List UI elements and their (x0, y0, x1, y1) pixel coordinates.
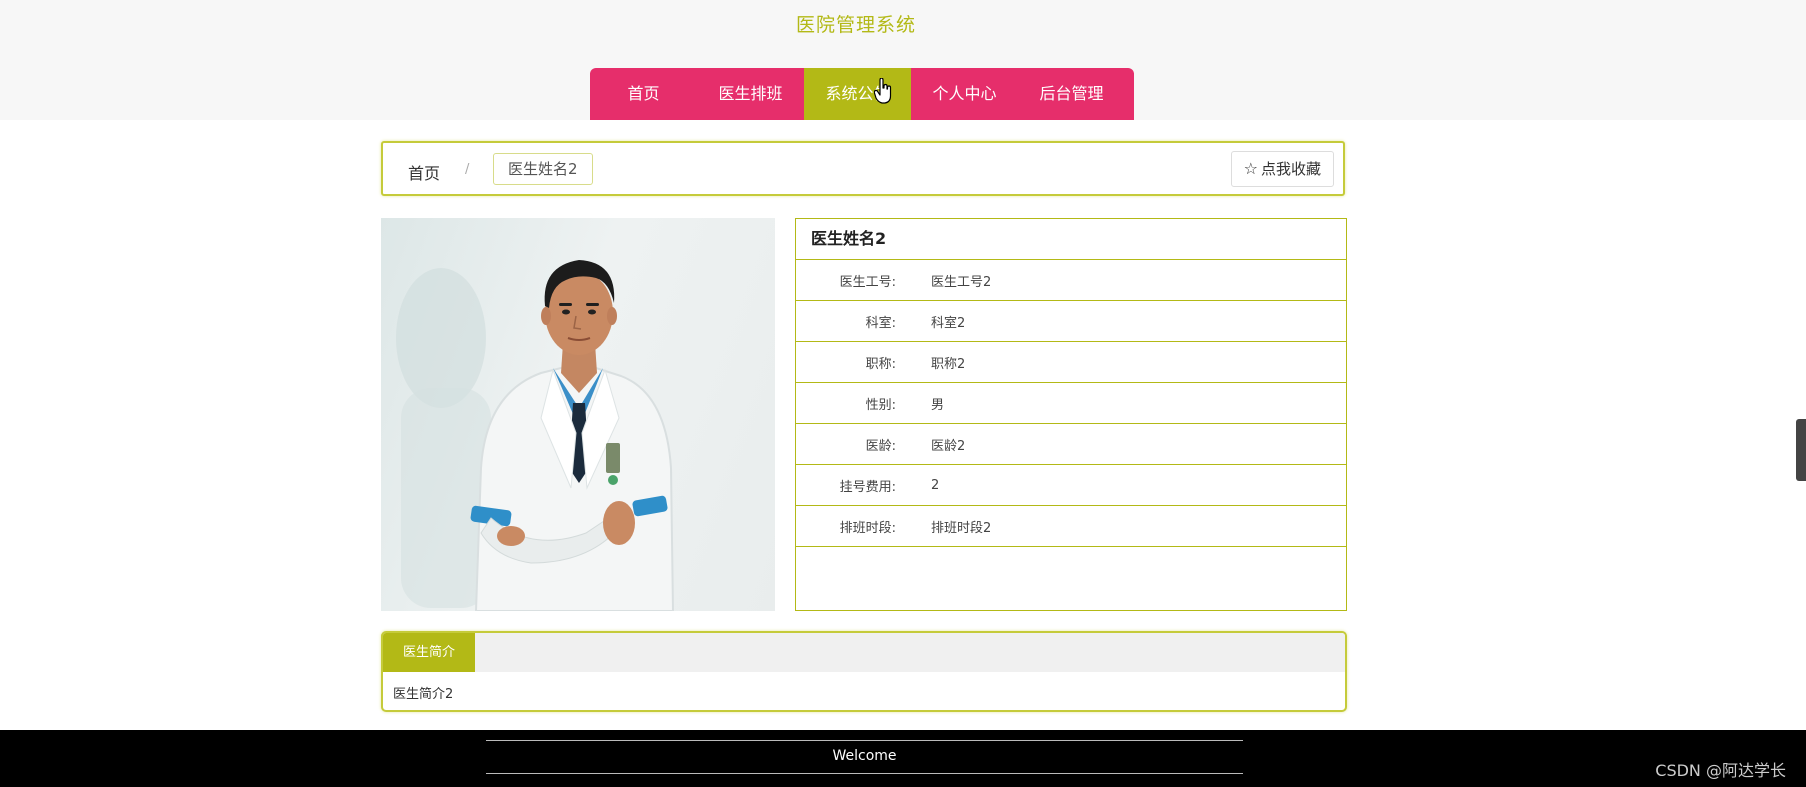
breadcrumb-separator: / (465, 162, 470, 177)
detail-label: 医生工号: (839, 274, 896, 290)
breadcrumb-current: 医生姓名2 (493, 153, 593, 185)
doctor-photo (381, 218, 775, 611)
intro-tab-bar: 医生简介 (383, 633, 1345, 672)
detail-label: 职称: (865, 356, 896, 372)
doctor-intro-text: 医生简介2 (393, 687, 454, 702)
tab-doctor-intro[interactable]: 医生简介 (383, 633, 475, 672)
detail-row-title: 职称: 职称2 (796, 342, 1346, 383)
detail-row-experience: 医龄: 医龄2 (796, 424, 1346, 465)
detail-value: 2 (931, 477, 940, 493)
nav-item-doctor-schedule[interactable]: 医生排班 (697, 68, 804, 120)
doctor-detail-panel: 医生姓名2 医生工号: 医生工号2 科室: 科室2 职称: 职称2 性别: 男 … (795, 218, 1347, 611)
favorite-button-label: 点我收藏 (1260, 160, 1321, 178)
nav-item-announcements[interactable]: 系统公告 (804, 68, 911, 120)
nav-item-personal-center[interactable]: 个人中心 (911, 68, 1018, 120)
doctor-portrait-image (396, 260, 675, 611)
site-title: 医院管理系统 (795, 14, 916, 36)
nav-item-admin[interactable]: 后台管理 (1018, 68, 1125, 120)
detail-value: 医龄2 (931, 438, 966, 454)
header-area: 医院管理系统 首页 医生排班 系统公告 个人中心 后台管理 (0, 0, 1806, 120)
doctor-intro-panel: 医生简介 医生简介2 (381, 631, 1347, 712)
footer-divider-bottom (486, 773, 1243, 774)
detail-row-fee: 挂号费用: 2 (796, 465, 1346, 506)
main-nav: 首页 医生排班 系统公告 个人中心 后台管理 (590, 68, 1134, 120)
csdn-watermark: CSDN @阿达学长 (1655, 761, 1786, 780)
detail-value: 男 (931, 397, 945, 413)
detail-label: 性别: (865, 397, 896, 413)
detail-row-gender: 性别: 男 (796, 383, 1346, 424)
detail-row-schedule: 排班时段: 排班时段2 (796, 506, 1346, 547)
detail-label: 排班时段: (839, 520, 896, 536)
detail-row-department: 科室: 科室2 (796, 301, 1346, 342)
side-scroll-handle[interactable] (1796, 419, 1806, 481)
footer-divider-top (486, 740, 1243, 741)
footer: Welcome (0, 730, 1806, 787)
detail-value: 科室2 (931, 315, 966, 331)
doctor-name: 医生姓名2 (796, 219, 1346, 260)
detail-value: 医生工号2 (931, 274, 992, 290)
breadcrumb: 首页 / 医生姓名2 ☆ 点我收藏 (381, 141, 1345, 196)
detail-value: 职称2 (931, 356, 966, 372)
footer-welcome-text: Welcome (832, 748, 897, 764)
detail-label: 医龄: (865, 438, 896, 454)
detail-value: 排班时段2 (931, 520, 992, 536)
star-outline-icon: ☆ (1243, 159, 1258, 178)
detail-row-doctor-id: 医生工号: 医生工号2 (796, 260, 1346, 301)
detail-label: 科室: (865, 315, 896, 331)
favorite-button[interactable]: ☆ 点我收藏 (1230, 151, 1334, 187)
breadcrumb-home-link[interactable]: 首页 (408, 160, 440, 184)
detail-label: 挂号费用: (839, 479, 896, 495)
nav-item-home[interactable]: 首页 (590, 68, 697, 120)
